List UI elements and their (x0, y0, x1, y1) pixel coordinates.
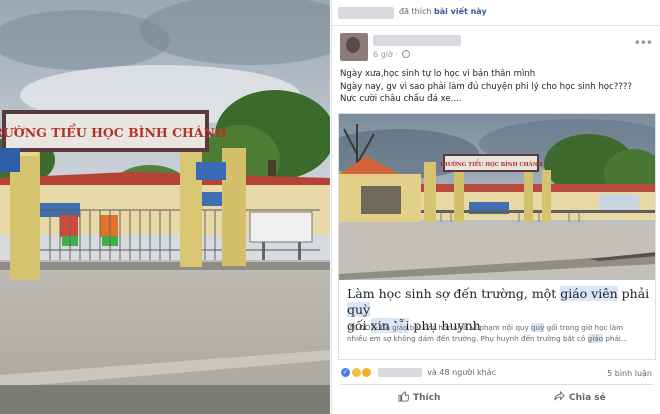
gate-sign-text: TRƯỜNG TIỂU HỌC BÌNH CHÁNH (0, 122, 227, 140)
comment-count[interactable]: 5 bình luận (607, 369, 652, 378)
share-button[interactable]: Chia sẻ (554, 390, 606, 403)
blurred-friend-name (338, 7, 394, 19)
post-text-line: Nực cười châu chấu đá xe.... (340, 94, 462, 104)
like-button-label: Thích (413, 393, 441, 403)
poster-avatar[interactable] (340, 33, 368, 61)
globe-icon (402, 50, 411, 58)
desc-highlight: giáo (392, 323, 408, 332)
share-button-label: Chia sẻ (569, 393, 606, 403)
article-description[interactable]: (NLĐO) - Cô giáo bắt các học sinh vi phạ… (347, 322, 651, 344)
post-text-line: Ngày nay, gv vì sao phải làm đủ chuyện p… (340, 81, 632, 92)
facebook-post: đã thích bài viết này 6 giờ · ••• Ngày x… (331, 0, 660, 414)
blurred-poster-name[interactable] (373, 35, 461, 46)
article-thumbnail-illustration: TRƯỜNG TIỂU HỌC BÌNH CHÁNH (339, 114, 655, 280)
more-options-icon[interactable]: ••• (634, 36, 653, 50)
title-part: n trường, một (469, 286, 561, 301)
desc-part: (NLĐO) - Cô (347, 323, 393, 332)
like-reaction-icon: ✓ (340, 367, 351, 378)
liked-notice-bar: đã thích bài viết này (332, 0, 660, 26)
desc-highlight: giáo (587, 334, 604, 343)
like-button[interactable]: Thích (398, 391, 440, 403)
post-timestamp[interactable]: 6 giờ · (373, 50, 411, 59)
desc-part: bắt các học sinh vi phạm nội quy (407, 323, 531, 332)
title-highlight: quỳ (347, 302, 371, 317)
blurred-reactor-names (377, 368, 422, 377)
sad-reaction-icon (350, 367, 362, 378)
article-thumbnail[interactable]: TRƯỜNG TIỂU HỌC BÌNH CHÁNH (339, 114, 655, 280)
school-gate-photo: TRƯỜNG TIỂU HỌC BÌNH CHÁNH (0, 0, 330, 414)
liked-object-link[interactable]: bài viết này (434, 7, 487, 16)
post-time[interactable]: 6 giờ (373, 50, 393, 59)
liked-notice-text: đã thích bài viết này (399, 7, 487, 16)
post-text-line: Ngày xưa,học sinh tự lo học vì bản thân … (340, 69, 536, 79)
reaction-count-text[interactable]: và 48 người khác (427, 368, 496, 377)
reactions-summary[interactable]: ✓ và 48 người khác (340, 367, 496, 381)
title-highlight: giáo viên (560, 286, 618, 301)
title-part: Làm học sinh sợ đế (347, 286, 470, 301)
haha-reaction-icon (361, 367, 373, 378)
title-part: phải (617, 286, 650, 301)
post-body: Ngày xưa,học sinh tự lo học vì bản thân … (340, 68, 656, 106)
desc-part: gối trong giờ học làm (544, 323, 624, 332)
desc-part: nhiều em sợ không dám đến trường. Phụ hu… (347, 334, 588, 343)
desc-highlight: quỳ (530, 323, 545, 332)
desc-part: phải... (603, 334, 628, 343)
share-arrow-icon (554, 390, 565, 401)
actions-divider (340, 384, 653, 385)
shared-article-card[interactable]: TRƯỜNG TIỂU HỌC BÌNH CHÁNH Làm học sinh … (338, 113, 656, 360)
liked-action: đã thích (399, 7, 432, 16)
thumbs-up-icon (398, 391, 410, 402)
school-gate-illustration: TRƯỜNG TIỂU HỌC BÌNH CHÁNH (0, 0, 330, 414)
